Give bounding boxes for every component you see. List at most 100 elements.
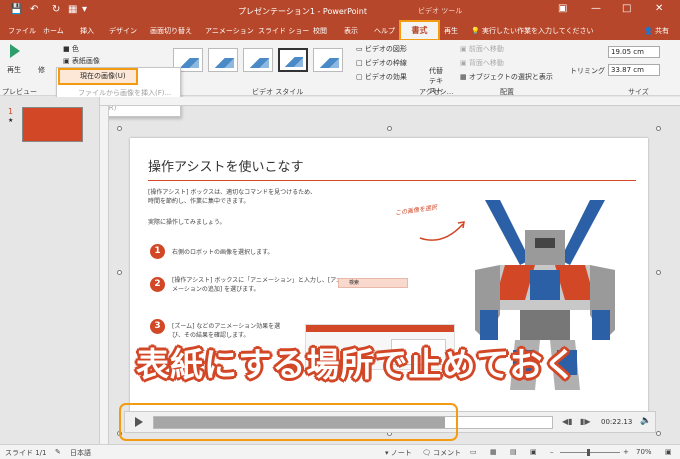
zoom-out-icon[interactable]: –	[550, 448, 554, 456]
video-style-5[interactable]	[313, 48, 343, 72]
slide-thumbnail-pane: 1 ★	[0, 97, 100, 444]
comments-button[interactable]: 🗨 コメント	[422, 448, 461, 458]
accessibility-group-label: アクセシ...	[419, 88, 454, 96]
color-button[interactable]: ■ 色	[63, 44, 79, 54]
tab-format[interactable]: 書式	[399, 20, 440, 41]
video-border-button[interactable]: □ ビデオの枠線	[356, 58, 407, 68]
seek-back-icon[interactable]: ◀▮	[562, 417, 573, 426]
step-number: 3	[150, 319, 165, 334]
color-label: 色	[71, 45, 79, 53]
menu-item-current-frame-label: 現在の画像(U)	[80, 72, 126, 80]
tell-me-search[interactable]: 💡 実行したい作業を入力してください	[471, 26, 594, 36]
video-style-4[interactable]	[278, 48, 308, 72]
ribbon-options-icon[interactable]: ▣	[558, 3, 567, 14]
selection-handle[interactable]	[656, 126, 661, 131]
slide-sorter-icon[interactable]: ▦	[490, 448, 497, 456]
tab-design[interactable]: デザイン	[109, 26, 137, 36]
poster-frame-button[interactable]: ▣ 表紙画像	[63, 56, 100, 66]
notes-button[interactable]: ▾ ノート	[385, 448, 412, 458]
step-number: 1	[150, 244, 165, 259]
tab-slideshow[interactable]: スライド ショー	[258, 26, 309, 36]
slide-intro-2: 時間を節約し、作業に集中できます。	[148, 198, 250, 205]
fit-to-window-icon[interactable]: ▣	[665, 448, 672, 456]
video-style-group-label: ビデオ スタイル	[252, 88, 304, 96]
poster-frame-label: 表紙画像	[71, 57, 100, 65]
normal-view-icon[interactable]: ▭	[470, 448, 477, 456]
video-shape-button[interactable]: ▭ ビデオの図形	[356, 44, 407, 54]
video-effects-button[interactable]: ▢ ビデオの効果	[356, 72, 407, 82]
tab-animations[interactable]: アニメーション	[205, 26, 254, 36]
selection-handle[interactable]	[656, 270, 661, 275]
selection-pane-label: オブジェクトの選択と表示	[468, 73, 553, 81]
corrections-button[interactable]: 修	[38, 65, 45, 75]
bring-forward-label: 前面へ移動	[468, 45, 504, 53]
window-title: プレゼンテーション1 - PowerPoint	[238, 7, 367, 16]
height-field[interactable]: 19.05 cm	[608, 46, 660, 58]
selection-pane-button[interactable]: ▦ オブジェクトの選択と表示	[460, 72, 553, 82]
customize-toolbar-icon[interactable]: ▾	[82, 4, 87, 15]
arrange-group-label: 配置	[500, 88, 514, 96]
video-effects-label: ビデオの効果	[364, 73, 407, 81]
slideshow-view-icon[interactable]: ▣	[530, 448, 537, 456]
vertical-ruler	[100, 106, 109, 444]
zoom-slider[interactable]	[560, 452, 620, 453]
tell-me-label: 実行したい作業を入力してください	[481, 27, 594, 35]
zoom-in-icon[interactable]: +	[623, 448, 629, 456]
menu-item-current-frame[interactable]: 現在の画像(U)	[58, 68, 138, 85]
tab-playback[interactable]: 再生	[444, 26, 458, 36]
send-backward-label: 背面へ移動	[468, 59, 504, 67]
zoom-level[interactable]: 70%	[636, 448, 652, 456]
spellcheck-icon[interactable]: ✎	[55, 448, 61, 456]
bring-forward-button[interactable]: ▣ 前面へ移動	[460, 44, 504, 54]
volume-icon[interactable]: 🔈	[640, 416, 651, 426]
step-text: [ズーム] などのアニメーション効果を選	[172, 323, 281, 330]
selection-handle[interactable]	[117, 126, 122, 131]
step-number: 2	[150, 277, 165, 292]
playbar-highlight	[119, 403, 458, 441]
undo-icon[interactable]: ↶	[30, 4, 38, 15]
video-style-2[interactable]	[208, 48, 238, 72]
tab-file[interactable]: ファイル	[8, 26, 36, 36]
preview-group-label: プレビュー	[2, 88, 37, 96]
tab-view[interactable]: 表示	[344, 26, 358, 36]
trim-button[interactable]: トリミング	[570, 66, 605, 76]
width-field[interactable]: 33.87 cm	[608, 64, 660, 76]
comments-label: コメント	[433, 449, 462, 457]
reading-view-icon[interactable]: ▤	[510, 448, 517, 456]
send-backward-button[interactable]: ▣ 背面へ移動	[460, 58, 504, 68]
video-style-3[interactable]	[243, 48, 273, 72]
tab-transitions[interactable]: 画面切り替え	[150, 26, 192, 36]
present-from-start-icon[interactable]: ▦	[68, 4, 77, 15]
zoom-slider-thumb[interactable]	[587, 449, 590, 456]
play-button[interactable]: 再生	[7, 65, 21, 75]
tab-home[interactable]: ホーム	[43, 26, 64, 36]
slide-number: 1	[8, 107, 14, 116]
tab-help[interactable]: ヘルプ	[374, 26, 395, 36]
search-demo-box: 検索	[338, 278, 408, 288]
seek-forward-icon[interactable]: ▮▶	[580, 417, 591, 426]
slide-counter: スライド 1/1	[5, 449, 47, 457]
video-tools-label: ビデオ ツール	[418, 7, 463, 15]
share-label: 共有	[654, 27, 669, 35]
tab-insert[interactable]: 挿入	[80, 26, 94, 36]
selection-handle[interactable]	[656, 431, 661, 436]
video-border-label: ビデオの枠線	[364, 59, 407, 67]
minimize-icon[interactable]: —	[591, 3, 601, 14]
slide-intro-3: 実際に操作してみましょう。	[148, 219, 226, 226]
maximize-icon[interactable]: □	[622, 3, 631, 14]
step-text: [操作アシスト] ボックスに「アニメーション」と入力し、[アニ	[172, 277, 343, 284]
save-icon[interactable]: 💾	[10, 4, 22, 15]
redo-icon[interactable]: ↻	[52, 4, 60, 15]
notes-label: ノート	[390, 449, 412, 457]
selection-handle[interactable]	[117, 270, 122, 275]
selection-handle[interactable]	[387, 126, 392, 131]
step-text: メーションの追加] を選びます。	[172, 286, 260, 293]
step-text: 右側のロボットの画像を選択します。	[172, 249, 274, 256]
close-icon[interactable]: ✕	[655, 3, 663, 14]
slide-thumbnail-1[interactable]	[22, 107, 83, 142]
share-button[interactable]: 👤 共有	[644, 26, 669, 36]
tab-review[interactable]: 校閲	[313, 26, 327, 36]
language-status[interactable]: 日本語	[70, 448, 91, 458]
callout-text: この画像を選択	[394, 204, 438, 217]
status-bar: スライド 1/1 ✎ 日本語 ▾ ノート 🗨 コメント ▭ ▦ ▤ ▣ – + …	[0, 444, 680, 459]
